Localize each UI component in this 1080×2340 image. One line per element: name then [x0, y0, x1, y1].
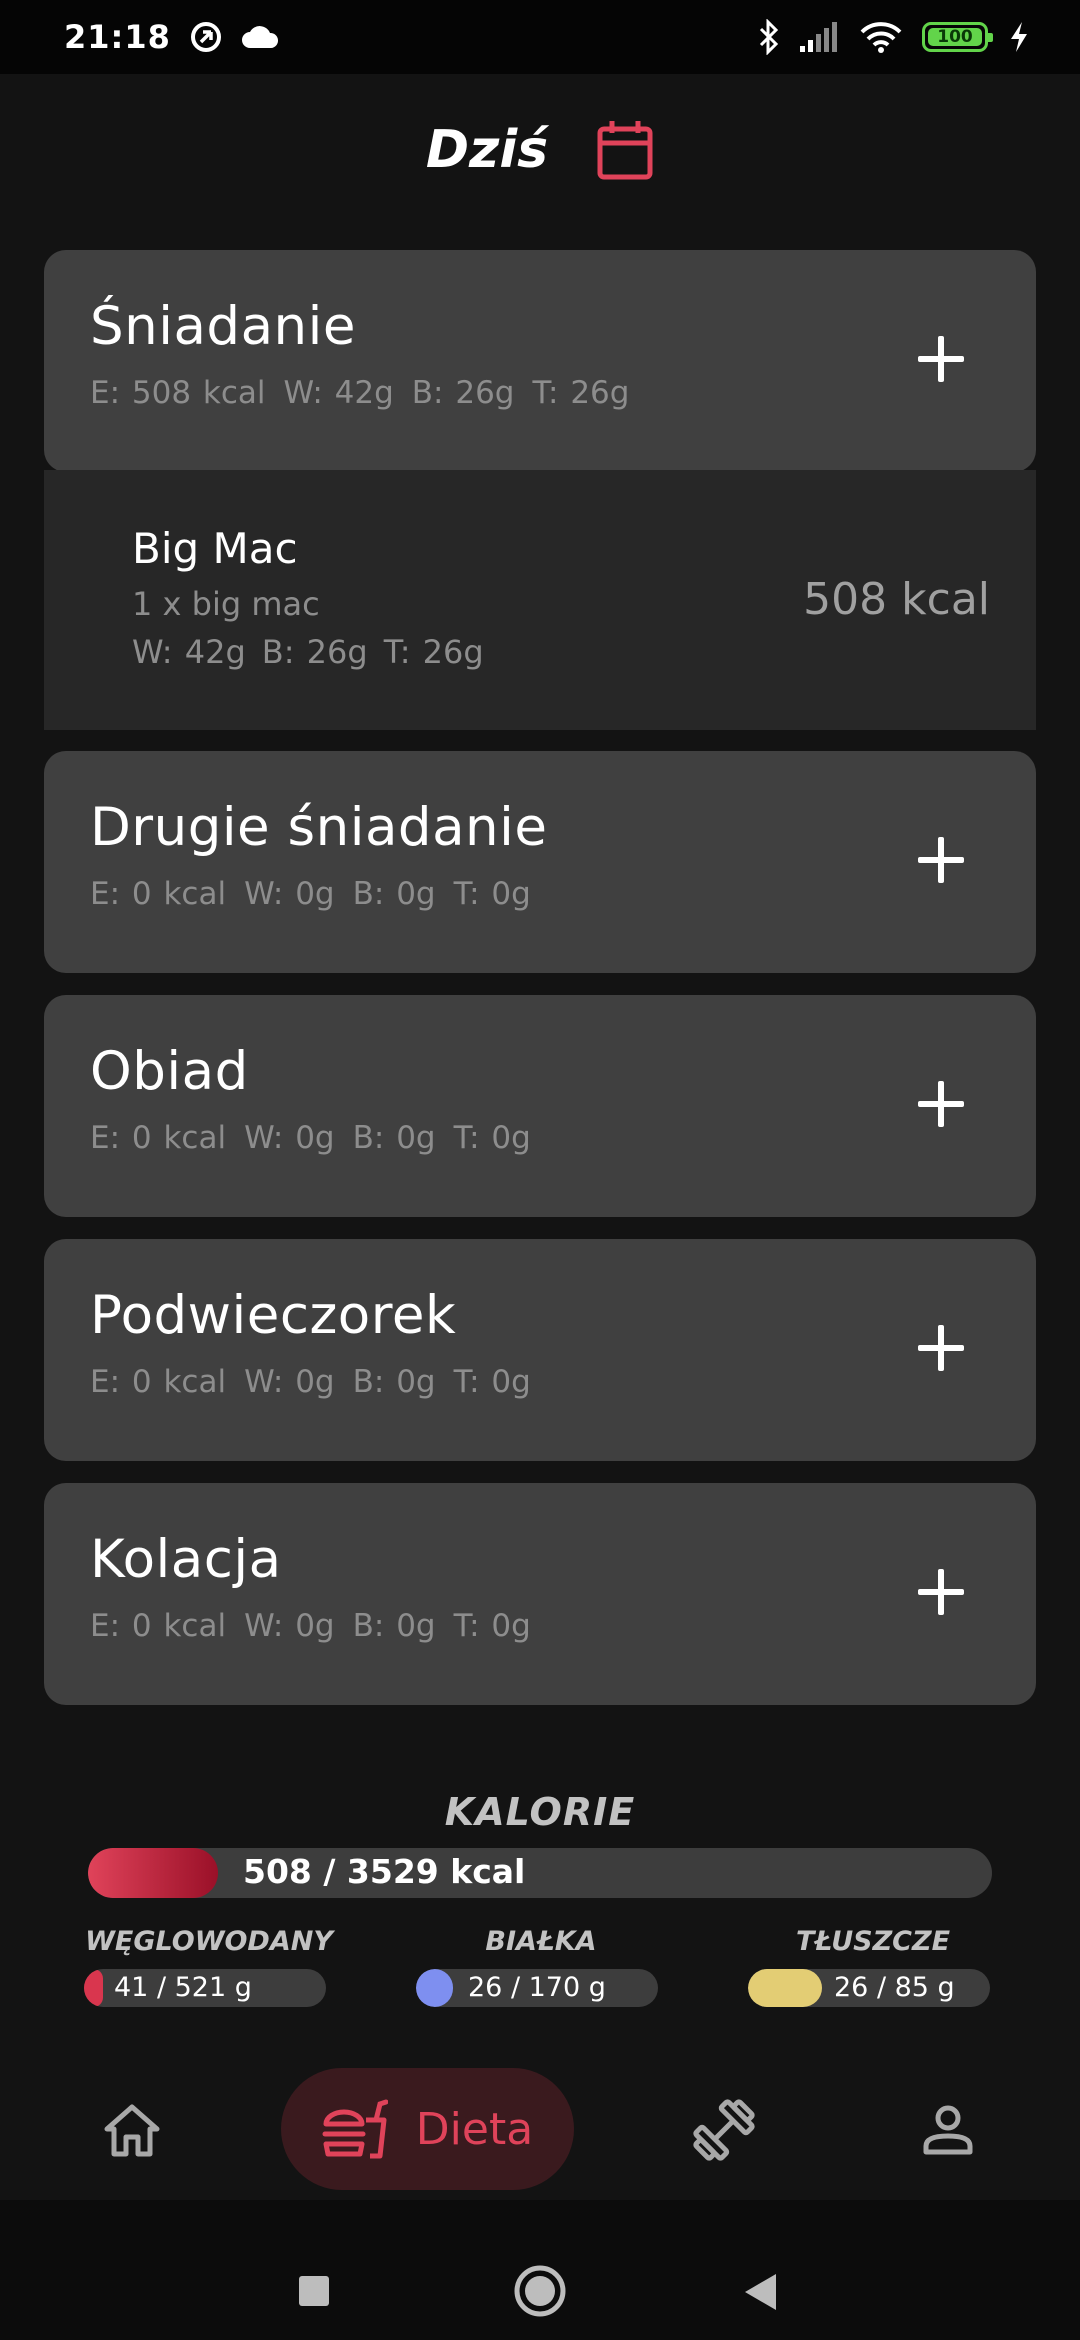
- meal-macros: E: 0 kcal W: 0g B: 0g T: 0g: [90, 1608, 990, 1644]
- meal-macros: E: 508 kcal W: 42g B: 26g T: 26g: [90, 375, 990, 411]
- calories-progress-fill: [88, 1848, 219, 1898]
- meal-energy: E: 0 kcal: [90, 1364, 227, 1400]
- protein-progress-bar: 26 / 170 g: [416, 1969, 658, 2007]
- home-icon: [104, 2104, 160, 2157]
- food-fat: T: 26g: [383, 633, 484, 671]
- nav-dieta-label: Dieta: [415, 2103, 534, 2155]
- carbs-progress-fill: [84, 1969, 104, 2007]
- dumbbell-icon: [693, 2099, 755, 2161]
- meal-energy: E: 0 kcal: [90, 1608, 227, 1644]
- protein-label: BIAŁKA: [485, 1926, 597, 1957]
- meal-fat: T: 0g: [453, 876, 531, 912]
- meal-energy: E: 0 kcal: [90, 1120, 227, 1156]
- fat-progress-fill: [748, 1969, 823, 2007]
- meal-protein: B: 0g: [352, 1364, 436, 1400]
- bottom-navigation: Dieta: [0, 2060, 1080, 2200]
- meal-carbs: W: 0g: [244, 876, 335, 912]
- status-bar: 21:18 100: [0, 0, 1080, 74]
- add-food-button[interactable]: [918, 336, 964, 382]
- meal-fat: T: 26g: [532, 375, 630, 411]
- meal-carbs: W: 0g: [244, 1364, 335, 1400]
- food-name: Big Mac: [132, 524, 298, 573]
- meal-fat: T: 0g: [453, 1364, 531, 1400]
- meal-name: Podwieczorek: [90, 1285, 457, 1346]
- add-food-button[interactable]: [918, 1081, 964, 1127]
- meal-carbs: W: 42g: [283, 375, 394, 411]
- food-kcal: 508 kcal: [803, 574, 990, 625]
- calories-progress-text: 508 / 3529 kcal: [243, 1852, 526, 1891]
- battery-level: 100: [937, 27, 973, 47]
- meal-energy: E: 0 kcal: [90, 876, 227, 912]
- food-macros: W: 42g B: 26g T: 26g: [132, 633, 990, 671]
- fat-label: TŁUSZCZE: [795, 1926, 951, 1957]
- meal-protein: B: 26g: [411, 375, 515, 411]
- meal-macros: E: 0 kcal W: 0g B: 0g T: 0g: [90, 876, 990, 912]
- signal-icon: [800, 22, 837, 52]
- meal-fat: T: 0g: [453, 1608, 531, 1644]
- meal-energy: E: 508 kcal: [90, 375, 266, 411]
- meal-card-obiad[interactable]: Obiad E: 0 kcal W: 0g B: 0g T: 0g: [44, 995, 1036, 1217]
- profile-icon: [923, 2105, 973, 2155]
- meal-card-sniadanie[interactable]: Śniadanie E: 508 kcal W: 42g B: 26g T: 26g: [44, 250, 1036, 472]
- meal-carbs: W: 0g: [244, 1120, 335, 1156]
- meal-card-podwieczorek[interactable]: Podwieczorek E: 0 kcal W: 0g B: 0g T: 0g: [44, 1239, 1036, 1461]
- fat-progress-bar: 26 / 85 g: [748, 1969, 990, 2007]
- meal-carbs: W: 0g: [244, 1608, 335, 1644]
- diet-icon: [322, 2099, 388, 2159]
- meal-name: Śniadanie: [90, 296, 356, 357]
- carbs-label: WĘGLOWODANY: [85, 1926, 333, 1957]
- header: Dziś: [0, 110, 1080, 190]
- vpn-icon: [190, 22, 221, 52]
- bluetooth-icon: [759, 19, 779, 55]
- meal-card-drugie-sniadanie[interactable]: Drugie śniadanie E: 0 kcal W: 0g B: 0g T: 0…: [44, 751, 1036, 973]
- cloud-icon: [241, 26, 278, 48]
- meal-fat: T: 0g: [453, 1120, 531, 1156]
- calories-progress-bar: 508 / 3529 kcal: [88, 1848, 992, 1898]
- add-food-button[interactable]: [918, 1569, 964, 1615]
- meal-protein: B: 0g: [352, 1608, 436, 1644]
- food-item-big-mac[interactable]: Big Mac 1 x big mac W: 42g B: 26g T: 26g 5…: [44, 470, 1036, 730]
- meal-macros: E: 0 kcal W: 0g B: 0g T: 0g: [90, 1364, 990, 1400]
- carbs-summary: WĘGLOWODANY 41 / 521 g: [84, 1926, 334, 2007]
- meal-protein: B: 0g: [352, 876, 436, 912]
- page-title: Dziś: [425, 120, 549, 180]
- nav-training[interactable]: [686, 2094, 762, 2166]
- carbs-progress-bar: 41 / 521 g: [84, 1969, 326, 2007]
- charging-icon: [1011, 22, 1027, 52]
- nav-dieta[interactable]: Dieta: [281, 2068, 574, 2190]
- fat-summary: TŁUSZCZE 26 / 85 g: [748, 1926, 998, 2007]
- meal-name: Obiad: [90, 1041, 249, 1102]
- meal-protein: B: 0g: [352, 1120, 436, 1156]
- meal-name: Drugie śniadanie: [90, 797, 548, 858]
- protein-progress-fill: [416, 1969, 454, 2007]
- meal-name: Kolacja: [90, 1529, 282, 1590]
- back-icon[interactable]: [742, 2272, 778, 2312]
- protein-progress-text: 26 / 170 g: [468, 1972, 606, 2003]
- carbs-progress-text: 41 / 521 g: [114, 1972, 252, 2003]
- system-navigation-bar: [0, 2200, 1080, 2340]
- nav-profile[interactable]: [914, 2098, 982, 2162]
- nutrition-summary: KALORIE 508 / 3529 kcal WĘGLOWODANY 41 /…: [0, 1790, 1080, 2007]
- protein-summary: BIAŁKA 26 / 170 g: [416, 1926, 666, 2007]
- food-protein: B: 26g: [261, 633, 368, 671]
- status-time: 21:18: [64, 18, 171, 56]
- wifi-icon: [860, 22, 902, 53]
- battery-icon: 100: [922, 22, 993, 52]
- calories-label: KALORIE: [444, 1790, 636, 1834]
- home-button-icon[interactable]: [513, 2264, 567, 2318]
- fat-progress-text: 26 / 85 g: [834, 1972, 955, 2003]
- recents-icon[interactable]: [297, 2274, 331, 2308]
- add-food-button[interactable]: [918, 1325, 964, 1371]
- meal-card-kolacja[interactable]: Kolacja E: 0 kcal W: 0g B: 0g T: 0g: [44, 1483, 1036, 1705]
- nav-home[interactable]: [96, 2098, 168, 2162]
- add-food-button[interactable]: [918, 837, 964, 883]
- meal-macros: E: 0 kcal W: 0g B: 0g T: 0g: [90, 1120, 990, 1156]
- calendar-icon[interactable]: [596, 119, 654, 181]
- food-carbs: W: 42g: [132, 633, 246, 671]
